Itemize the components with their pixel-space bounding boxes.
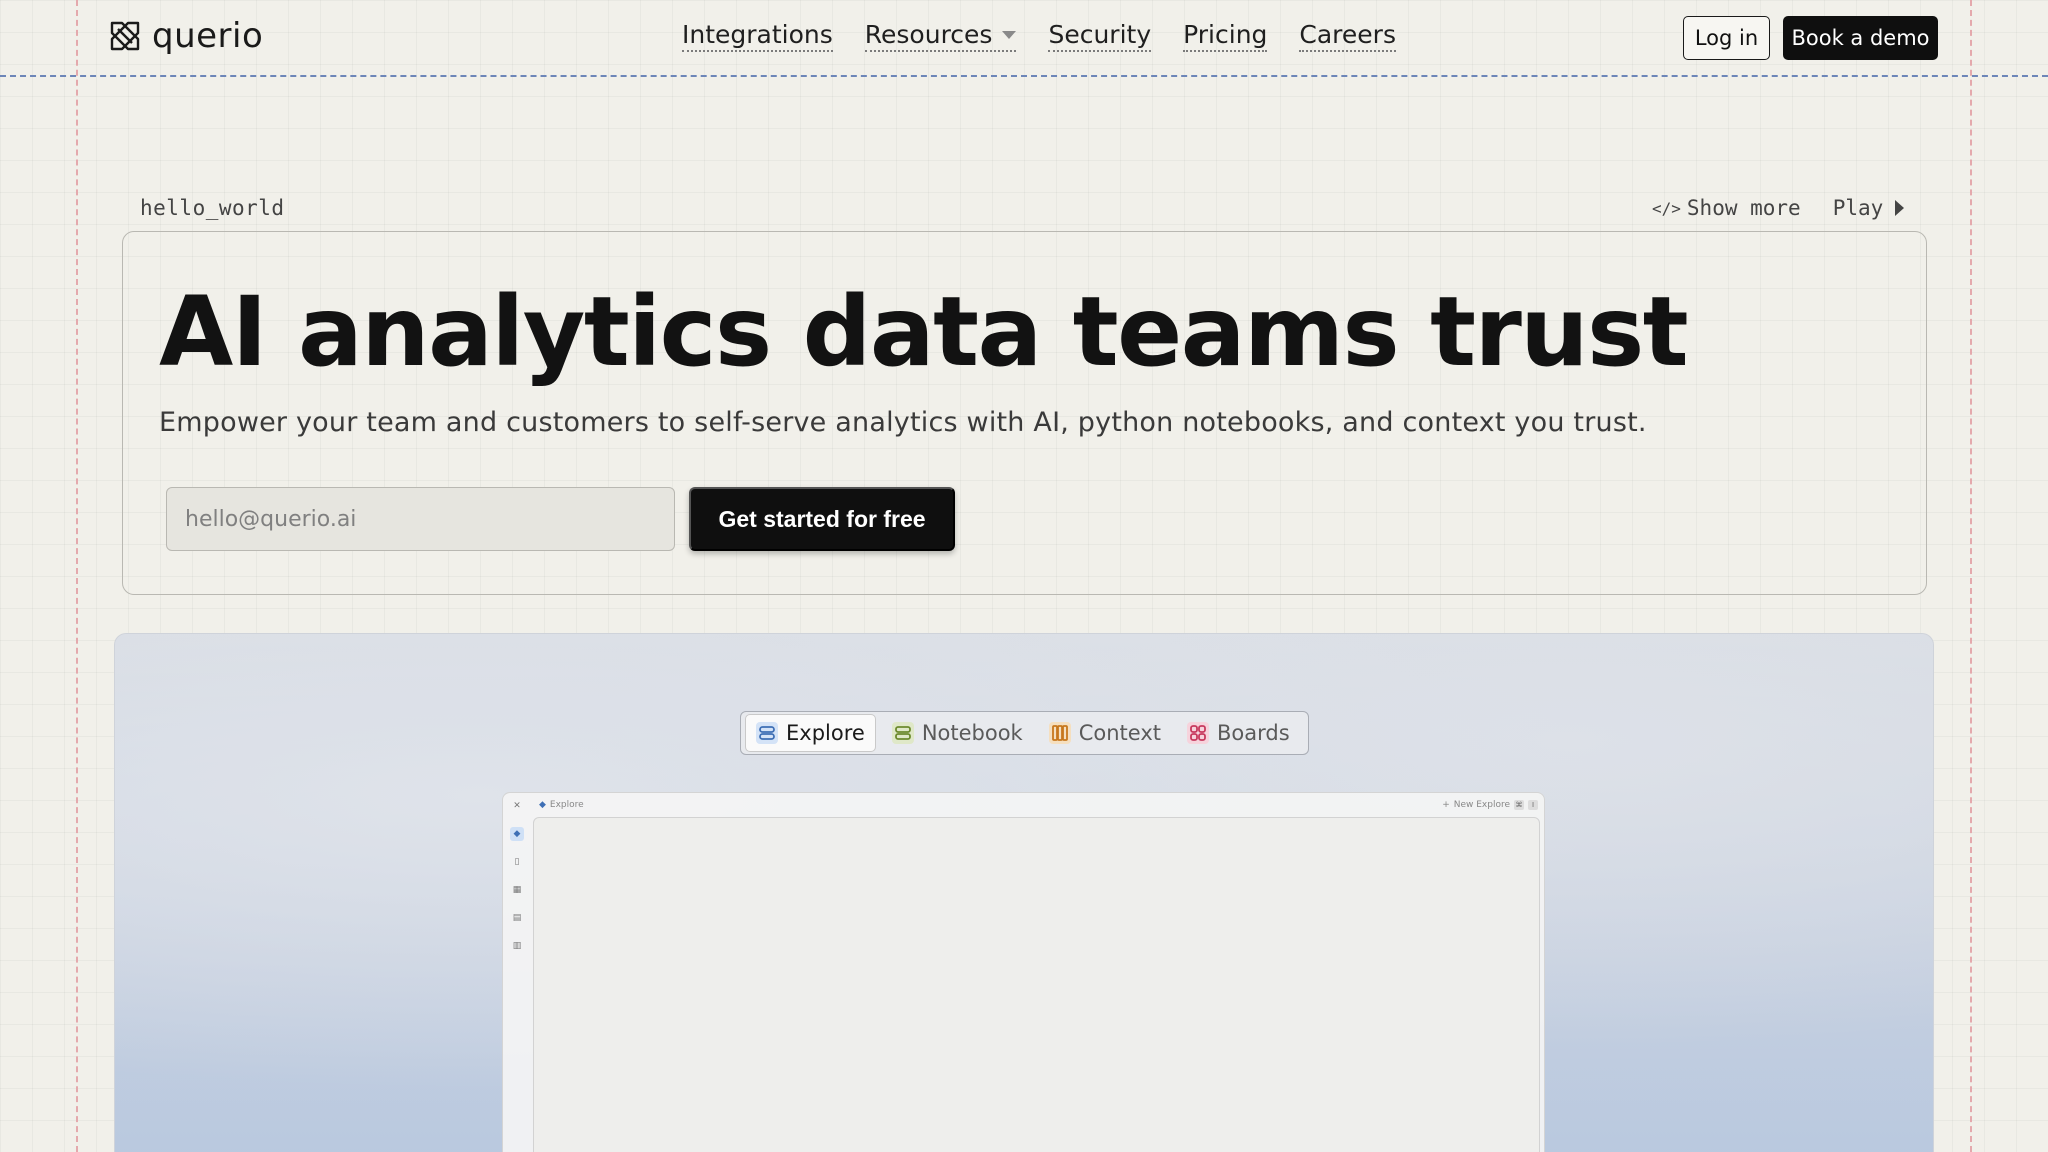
notebook-icon (891, 722, 914, 744)
tab-notebook[interactable]: Notebook (882, 714, 1033, 752)
app-topbar: ◆ Explore + New Explore ⌘ I (533, 793, 1544, 817)
logo-link[interactable]: querio (108, 16, 263, 56)
email-input[interactable] (166, 487, 675, 551)
app-preview-window: ✕ ◆ ▯ ▦ ▤ ▥ ◆ Explore + New Explore ⌘ I (502, 792, 1545, 1152)
explore-icon (756, 722, 778, 744)
nav-security-label: Security (1048, 20, 1152, 49)
querio-logo-icon: ✕ (513, 801, 521, 811)
app-breadcrumb: Explore (549, 800, 584, 810)
nav-integrations[interactable]: Integrations (682, 20, 833, 52)
tab-explore[interactable]: Explore (745, 714, 876, 752)
querio-logo-icon (110, 21, 140, 51)
hero-section-label: hello_world (140, 196, 285, 220)
play-button[interactable]: Play (1833, 196, 1905, 220)
hero-subtitle: Empower your team and customers to self-… (159, 407, 1647, 438)
header-divider (0, 75, 2048, 77)
nav-careers[interactable]: Careers (1299, 20, 1396, 52)
code-icon: </> (1652, 198, 1681, 218)
context-icon (1048, 722, 1071, 744)
context-icon[interactable]: ▥ (510, 939, 524, 953)
nav-careers-label: Careers (1299, 20, 1396, 49)
bookmark-icon[interactable]: ▯ (510, 855, 524, 869)
site-header: querio Integrations Resources Security P… (0, 0, 2048, 75)
nav-pricing[interactable]: Pricing (1183, 20, 1268, 52)
nav-integrations-label: Integrations (682, 20, 833, 49)
brand-name: querio (152, 16, 264, 56)
main-nav: Integrations Resources Security Pricing … (682, 20, 1396, 52)
tab-explore-label: Explore (786, 721, 865, 745)
guide-line-right (1970, 0, 1972, 1152)
tab-boards-label: Boards (1217, 721, 1290, 745)
new-explore-label: New Explore (1453, 800, 1510, 810)
plus-icon: + (1442, 800, 1450, 810)
nav-resources[interactable]: Resources (864, 20, 1017, 52)
explore-icon[interactable]: ◆ (510, 827, 524, 841)
guide-line-left (76, 0, 78, 1152)
product-tabs: Explore Notebook Context Boards (740, 711, 1309, 755)
play-icon (1895, 200, 1905, 216)
product-showcase: Explore Notebook Context Boards ✕ ◆ ▯ ▦ (114, 633, 1934, 1152)
hero-title: AI analytics data teams trust (159, 276, 1689, 388)
tab-boards[interactable]: Boards (1177, 714, 1300, 752)
new-explore-button[interactable]: + New Explore ⌘ I (1442, 800, 1538, 810)
get-started-button[interactable]: Get started for free (689, 487, 955, 551)
chevron-down-icon (1002, 30, 1017, 39)
play-label: Play (1832, 196, 1884, 220)
shortcut-key: I (1528, 800, 1538, 810)
notebook-icon[interactable]: ▤ (510, 911, 524, 925)
app-sidebar: ✕ ◆ ▯ ▦ ▤ ▥ (503, 793, 533, 1152)
nav-resources-label: Resources (864, 20, 993, 49)
hero-card: AI analytics data teams trust Empower yo… (122, 231, 1927, 595)
boards-icon (1187, 722, 1209, 744)
nav-security[interactable]: Security (1048, 20, 1152, 52)
shortcut-key: ⌘ (1514, 800, 1524, 810)
tab-context-label: Context (1078, 721, 1161, 745)
tab-notebook-label: Notebook (921, 721, 1023, 745)
tab-context[interactable]: Context (1039, 714, 1171, 752)
explore-icon: ◆ (539, 800, 546, 810)
login-button[interactable]: Log in (1683, 16, 1770, 60)
show-more-button[interactable]: </> Show more (1652, 196, 1801, 220)
book-demo-button[interactable]: Book a demo (1783, 16, 1938, 60)
nav-pricing-label: Pricing (1183, 20, 1268, 49)
hero-actions: </> Show more Play (1652, 196, 1905, 220)
app-canvas (533, 817, 1540, 1152)
show-more-label: Show more (1686, 196, 1801, 220)
boards-icon[interactable]: ▦ (510, 883, 524, 897)
